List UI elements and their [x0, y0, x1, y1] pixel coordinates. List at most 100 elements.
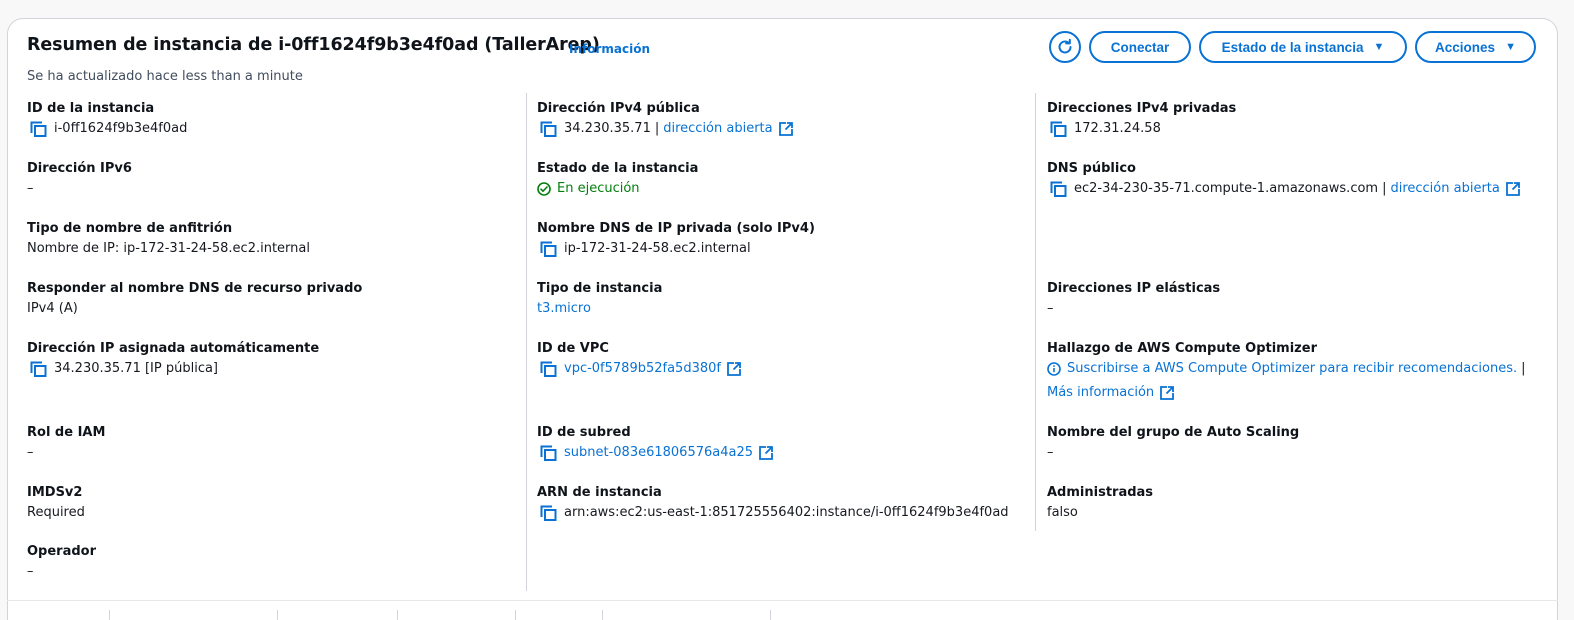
field-label: IMDSv2 [27, 485, 83, 500]
ipv6-value: – [27, 181, 34, 196]
field-dns-answer: Responder al nombre DNS de recurso priva… [27, 281, 362, 317]
separator: | [654, 121, 660, 136]
subscribe-optimizer-link[interactable]: Suscribirse a AWS Compute Optimizer para… [1067, 361, 1517, 377]
info-link[interactable]: Información [569, 42, 650, 56]
copy-icon[interactable] [1050, 181, 1067, 197]
connect-button[interactable]: Conectar [1089, 31, 1191, 63]
field-hostname-type: Tipo de nombre de anfitrión Nombre de IP… [27, 221, 310, 257]
instance-state-value: En ejecución [557, 181, 640, 196]
tab-separator [397, 610, 398, 620]
field-label: Rol de IAM [27, 425, 106, 440]
public-dns-value: ec2-34-230-35-71.compute-1.amazonaws.com [1074, 181, 1379, 196]
field-label: Nombre del grupo de Auto Scaling [1047, 425, 1300, 440]
field-label: ID de subred [537, 425, 631, 440]
caret-down-icon: ▼ [1505, 40, 1516, 53]
actions-button-label: Acciones [1435, 39, 1496, 55]
field-label: Dirección IPv4 pública [537, 101, 700, 116]
field-instance-id: ID de la instancia i-0ff1624f9b3e4f0ad [27, 101, 187, 137]
external-link-icon[interactable] [759, 446, 773, 460]
open-address-link[interactable]: dirección abierta [663, 121, 772, 137]
field-imdsv2: IMDSv2 Required [27, 485, 85, 521]
field-label: Hallazgo de AWS Compute Optimizer [1047, 341, 1317, 356]
vpc-id-link[interactable]: vpc-0f5789b52fa5d380f [564, 361, 721, 377]
field-label: Estado de la instancia [537, 161, 699, 176]
managed-value: falso [1047, 505, 1078, 520]
field-instance-arn: ARN de instancia arn:aws:ec2:us-east-1:8… [537, 485, 1009, 521]
more-info-link[interactable]: Más información [1047, 385, 1154, 401]
public-ipv4-value: 34.230.35.71 [564, 121, 651, 136]
tab-separator [770, 610, 771, 620]
elastic-ip-value: – [1047, 301, 1054, 316]
copy-icon[interactable] [30, 361, 47, 377]
field-label: ID de VPC [537, 341, 609, 356]
instance-type-link[interactable]: t3.micro [537, 301, 662, 317]
field-managed: Administradas falso [1047, 485, 1153, 521]
field-public-ipv4: Dirección IPv4 pública 34.230.35.71 | di… [537, 101, 793, 137]
field-asg: Nombre del grupo de Auto Scaling – [1047, 425, 1299, 461]
field-label: DNS público [1047, 161, 1136, 176]
asg-value: – [1047, 445, 1054, 460]
copy-icon[interactable] [540, 241, 557, 257]
field-label: Direcciones IPv4 privadas [1047, 101, 1237, 116]
external-link-icon[interactable] [1160, 386, 1175, 400]
caret-down-icon: ▼ [1373, 40, 1385, 53]
external-link-icon[interactable] [778, 122, 793, 136]
external-link-icon[interactable] [1505, 182, 1520, 196]
private-dns-value: ip-172-31-24-58.ec2.internal [564, 241, 751, 256]
field-iam-role: Rol de IAM – [27, 425, 105, 461]
field-label: Direcciones IP elásticas [1047, 281, 1221, 296]
connect-button-label: Conectar [1110, 39, 1170, 55]
auto-ip-value: 34.230.35.71 [IP pública] [54, 361, 218, 376]
field-instance-state: Estado de la instancia En ejecución [537, 161, 698, 197]
success-check-icon [537, 182, 551, 196]
info-icon [1047, 362, 1061, 376]
field-private-dns: Nombre DNS de IP privada (solo IPv4) ip-… [537, 221, 815, 257]
hostname-type-value: Nombre de IP: ip-172-31-24-58.ec2.intern… [27, 241, 310, 256]
instance-id-value: i-0ff1624f9b3e4f0ad [54, 121, 188, 136]
field-private-ipv4: Direcciones IPv4 privadas 172.31.24.58 [1047, 101, 1236, 137]
last-updated-text: Se ha actualizado hace less than a minut… [27, 69, 303, 84]
instance-arn-value: arn:aws:ec2:us-east-1:851725556402:insta… [564, 505, 1009, 520]
field-instance-type: Tipo de instancia t3.micro [537, 281, 662, 317]
field-ipv6: Dirección IPv6 – [27, 161, 132, 197]
copy-icon[interactable] [540, 121, 557, 137]
copy-icon[interactable] [540, 445, 557, 461]
open-address-link[interactable]: dirección abierta [1390, 181, 1499, 197]
field-label: Dirección IP asignada automáticamente [27, 341, 320, 356]
copy-icon[interactable] [540, 361, 557, 377]
field-label: Nombre DNS de IP privada (solo IPv4) [537, 221, 815, 236]
instance-state-button-label: Estado de la instancia [1221, 39, 1364, 55]
external-link-icon[interactable] [727, 362, 741, 376]
actions-button[interactable]: Acciones ▼ [1415, 31, 1536, 63]
tabs-top-divider [7, 600, 1558, 601]
tab-separator [109, 610, 110, 620]
separator: | [1521, 361, 1526, 376]
imdsv2-value: Required [27, 505, 85, 520]
column-divider [526, 93, 527, 591]
private-ipv4-value: 172.31.24.58 [1074, 121, 1161, 136]
field-vpc-id: ID de VPC vpc-0f5789b52fa5d380f [537, 341, 741, 377]
column-divider [1035, 93, 1036, 531]
copy-icon[interactable] [540, 505, 557, 521]
subnet-id-link[interactable]: subnet-083e61806576a4a25 [564, 445, 753, 461]
field-label: ID de la instancia [27, 101, 155, 116]
instance-state-button[interactable]: Estado de la instancia ▼ [1199, 31, 1407, 63]
separator: | [1382, 181, 1387, 196]
field-label: Dirección IPv6 [27, 161, 132, 176]
tab-separator [602, 610, 603, 620]
tab-separator [277, 610, 278, 620]
dns-answer-value: IPv4 (A) [27, 301, 78, 316]
field-label: Tipo de instancia [537, 281, 663, 296]
copy-icon[interactable] [1050, 121, 1067, 137]
refresh-icon [1058, 38, 1072, 54]
field-label: Responder al nombre DNS de recurso priva… [27, 281, 363, 296]
iam-role-value: – [27, 445, 34, 460]
field-compute-optimizer: Hallazgo de AWS Compute Optimizer Suscri… [1047, 341, 1530, 401]
copy-icon[interactable] [30, 121, 47, 137]
refresh-button[interactable] [1049, 31, 1081, 63]
field-auto-ip: Dirección IP asignada automáticamente 34… [27, 341, 319, 377]
field-elastic-ip: Direcciones IP elásticas – [1047, 281, 1220, 317]
field-public-dns: DNS público ec2-34-230-35-71.compute-1.a… [1047, 161, 1520, 197]
tab-separator [515, 610, 516, 620]
operator-value: – [27, 564, 34, 579]
